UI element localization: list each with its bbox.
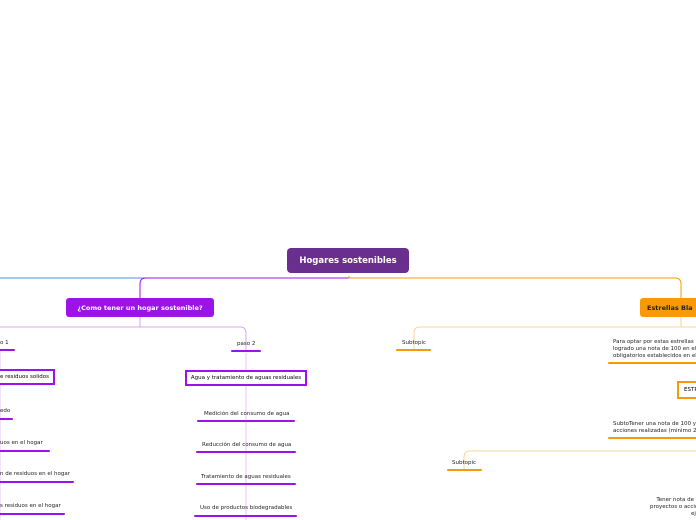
connector-orange-main bbox=[348, 276, 682, 298]
paso1-boxed-topic[interactable]: e residuos solidos bbox=[0, 369, 55, 385]
paso2-boxed-topic[interactable]: Agua y tratamiento de aguas residuales bbox=[185, 370, 307, 386]
subtopic-2[interactable]: Subtopic bbox=[452, 460, 476, 467]
paso1-item-3[interactable]: n de residuos en el hogar bbox=[0, 471, 70, 478]
connector-orange-lower bbox=[463, 450, 696, 469]
paso1-item-2[interactable]: uos en el hogar bbox=[0, 440, 43, 447]
para-optar-text[interactable]: Para optar por estas estrellas logrado u… bbox=[613, 339, 696, 360]
paso2-item-2[interactable]: Reducción del consumo de agua bbox=[202, 442, 291, 449]
subtopic-1[interactable]: Subtopic bbox=[402, 340, 426, 347]
connector-purple-main bbox=[139, 276, 350, 298]
paso2-label[interactable]: paso 2 bbox=[237, 341, 255, 348]
branch-estrellas[interactable]: Estrellas Bla bbox=[640, 298, 696, 317]
branch-como-tener[interactable]: ¿Como tener un hogar sostenible? bbox=[66, 298, 214, 317]
paso1-item-1[interactable]: edo bbox=[0, 408, 10, 415]
paso2-item-3[interactable]: Tratamiento de aguas residuales bbox=[201, 474, 291, 481]
central-topic[interactable]: Hogares sostenibles bbox=[287, 248, 409, 273]
connector-purple-split bbox=[0, 317, 141, 328]
paso1-label[interactable]: o 1 bbox=[0, 340, 9, 347]
tener-nota-text[interactable]: Tener nota de 100, proyectos o acciones … bbox=[638, 497, 696, 518]
paso2-item-1[interactable]: Medición del consumo de agua bbox=[204, 411, 290, 418]
estr-boxed-topic[interactable]: ESTR bbox=[677, 381, 696, 399]
connector-paso2 bbox=[140, 326, 247, 350]
paso2-item-4[interactable]: Uso de productos biodegradables bbox=[200, 505, 292, 512]
subto-tener-text[interactable]: SubtoTener una nota de 100 y acciones re… bbox=[613, 421, 696, 435]
paso1-item-4[interactable]: s residuos en el hogar bbox=[0, 503, 61, 510]
